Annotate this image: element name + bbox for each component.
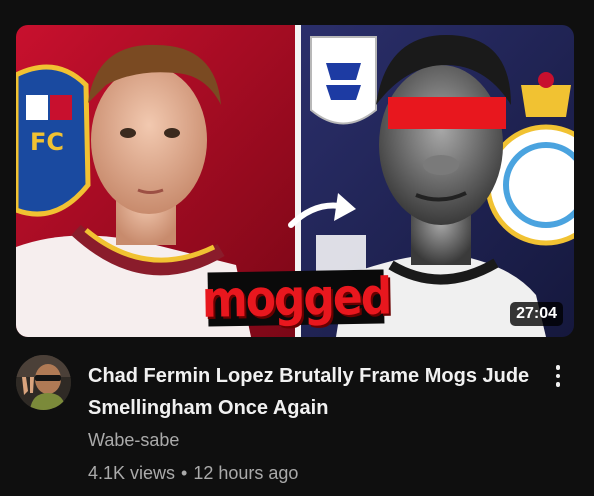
channel-avatar[interactable] — [16, 355, 71, 410]
menu-dot — [555, 373, 561, 379]
menu-dot — [555, 382, 561, 387]
club-crest-left: FC — [16, 64, 91, 217]
more-vertical-icon[interactable] — [546, 361, 570, 391]
upload-age: 12 hours ago — [193, 463, 299, 483]
menu-dot — [555, 365, 561, 370]
view-count: 4.1K views — [88, 463, 176, 483]
separator-dot: • — [181, 463, 188, 483]
avatar-image — [16, 355, 71, 410]
mogged-text: mogged — [201, 267, 391, 329]
video-thumbnail[interactable]: FC mogged 27:04 — [16, 25, 574, 337]
video-card: FC mogged 27:04 Chad Fermin Lopez Brutal… — [0, 0, 594, 496]
svg-text:FC: FC — [30, 128, 64, 156]
video-stats: 4.1K views • 12 hours ago — [88, 461, 298, 485]
censor-bar — [388, 97, 506, 129]
video-title[interactable]: Chad Fermin Lopez Brutally Frame Mogs Ju… — [88, 360, 538, 424]
duration-badge: 27:04 — [510, 302, 563, 326]
channel-name[interactable]: Wabe-sabe — [88, 428, 179, 452]
mogged-overlay: mogged — [201, 267, 390, 329]
